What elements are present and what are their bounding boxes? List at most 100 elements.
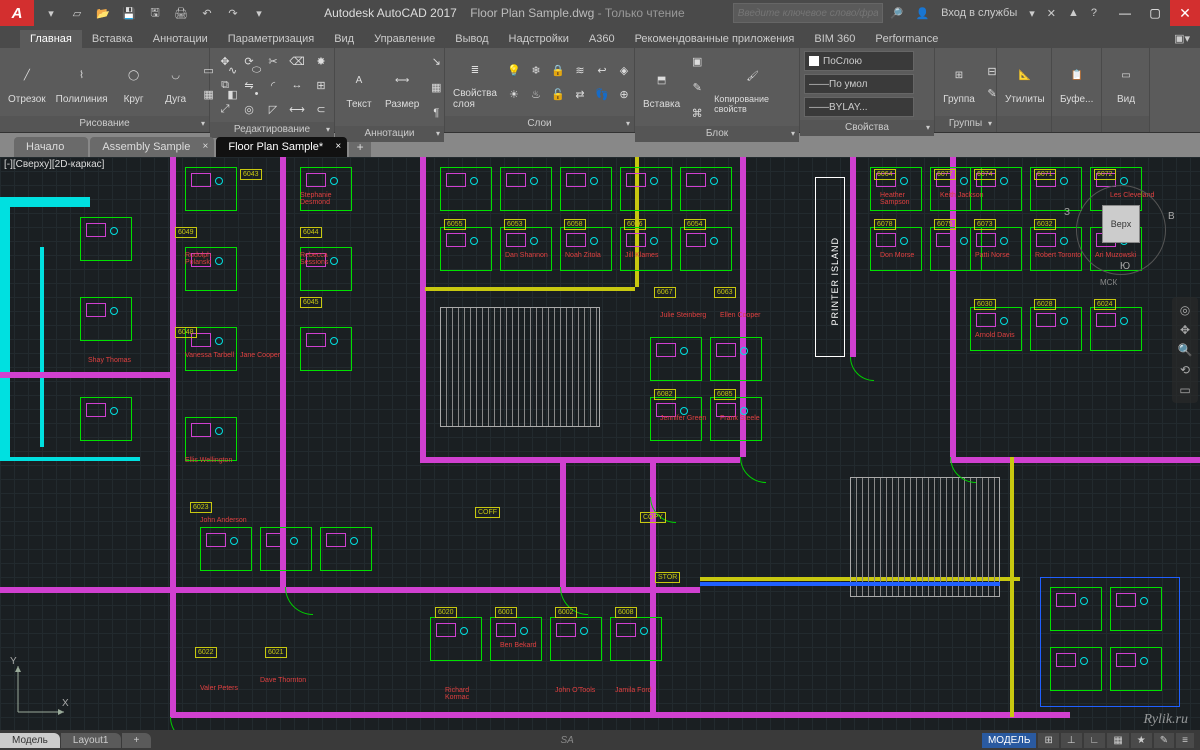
command-hint[interactable]: SA [152, 735, 982, 746]
layer-walk-icon[interactable]: 👣 [591, 83, 613, 105]
exchange-icon[interactable]: ✕ [1044, 7, 1059, 20]
open-icon[interactable]: 📂 [94, 4, 112, 22]
status-osnap-icon[interactable]: ★ [1131, 733, 1152, 748]
mirror-icon[interactable]: ⇋ [238, 74, 260, 96]
status-grid-icon[interactable]: ⊞ [1038, 733, 1058, 748]
layer-match-icon[interactable]: ≋ [569, 59, 591, 81]
status-lwt-icon[interactable]: ✎ [1154, 733, 1174, 748]
doc-tab-start[interactable]: Начало [14, 137, 88, 157]
layer-thaw-icon[interactable]: ♨ [525, 83, 547, 105]
lengthen-icon[interactable]: ⟷ [286, 98, 308, 120]
saveas-icon[interactable]: 🖫 [146, 4, 164, 22]
ribbon-tab-addins[interactable]: Надстройки [499, 30, 579, 48]
layer-freeze-icon[interactable]: ❄ [525, 59, 547, 81]
offset-icon[interactable]: ◎ [238, 98, 260, 120]
polyline-button[interactable]: ⌇Полилиния [52, 58, 112, 107]
fillet-icon[interactable]: ◜ [262, 74, 284, 96]
text-button[interactable]: AТекст [339, 63, 379, 112]
copy-icon[interactable]: ⧉ [214, 74, 236, 96]
minimize-button[interactable]: — [1110, 0, 1140, 26]
layout-tab[interactable]: Layout1 [61, 733, 121, 748]
insert-button[interactable]: ⬒Вставка [639, 63, 684, 112]
chamfer-icon[interactable]: ◸ [262, 98, 284, 120]
edit-block-icon[interactable]: ✎ [686, 76, 708, 98]
rotate-icon[interactable]: ⟳ [238, 50, 260, 72]
stretch-icon[interactable]: ↔ [286, 74, 308, 96]
layer-prev-icon[interactable]: ↩ [591, 59, 613, 81]
status-custom-icon[interactable]: ≡ [1176, 733, 1194, 748]
util-button[interactable]: 📐Утилиты [1001, 58, 1049, 107]
erase-icon[interactable]: ⌫ [286, 50, 308, 72]
group-button[interactable]: ⊞Группа [939, 58, 979, 107]
signin-button[interactable]: Вход в службы [938, 7, 1020, 19]
ribbon-tab-home[interactable]: Главная [20, 30, 82, 48]
signin-icon[interactable]: 👤 [912, 7, 932, 20]
new-icon[interactable]: ▱ [68, 4, 86, 22]
ribbon-tab-insert[interactable]: Вставка [82, 30, 143, 48]
ribbon-tab-a360[interactable]: A360 [579, 30, 625, 48]
help-icon[interactable]: ? [1088, 7, 1100, 19]
compass-south[interactable]: Ю [1120, 261, 1130, 272]
line-button[interactable]: ╱Отрезок [4, 58, 50, 107]
panel-groups-title[interactable]: Группы▾ [935, 116, 996, 132]
orbit-icon[interactable]: ⟲ [1180, 363, 1190, 377]
doc-tab-floorplan[interactable]: Floor Plan Sample*× [216, 137, 347, 157]
redo-icon[interactable]: ↷ [224, 4, 242, 22]
layer-props-button[interactable]: ≣Свойства слоя [449, 52, 501, 112]
panel-properties-title[interactable]: Свойства▾ [800, 120, 934, 136]
ribbon-tab-featured[interactable]: Рекомендованные приложения [625, 30, 805, 48]
signin-drop-icon[interactable]: ▾ [1026, 7, 1038, 20]
create-block-icon[interactable]: ▣ [686, 50, 708, 72]
undo-icon[interactable]: ↶ [198, 4, 216, 22]
save-icon[interactable]: 💾 [120, 4, 138, 22]
layer-off-icon[interactable]: 💡 [503, 59, 525, 81]
layer-lock-icon[interactable]: 🔒 [547, 59, 569, 81]
close-button[interactable]: ✕ [1170, 0, 1200, 26]
layer-iso-icon[interactable]: ◈ [613, 59, 635, 81]
array-icon[interactable]: ⊞ [310, 74, 332, 96]
ribbon-tab-view[interactable]: Вид [324, 30, 364, 48]
layer-on-icon[interactable]: ☀ [503, 83, 525, 105]
move-icon[interactable]: ✥ [214, 50, 236, 72]
steering-wheel-icon[interactable]: ◎ [1180, 303, 1190, 317]
status-model[interactable]: МОДЕЛЬ [982, 733, 1036, 748]
ribbon-tab-performance[interactable]: Performance [865, 30, 948, 48]
layer-merge-icon[interactable]: ⊕ [613, 83, 635, 105]
ribbon-tab-annotate[interactable]: Аннотации [143, 30, 218, 48]
linetype-combo[interactable]: —— BYLAY... [804, 97, 914, 117]
zoom-extents-icon[interactable]: 🔍 [1178, 343, 1193, 357]
add-layout-button[interactable]: + [122, 733, 152, 748]
qat-more-icon[interactable]: ▾ [250, 4, 268, 22]
a360-icon[interactable]: ▲ [1065, 7, 1082, 19]
color-combo[interactable]: ПоСлою [804, 51, 914, 71]
lineweight-combo[interactable]: —— По умол [804, 74, 914, 94]
ribbon-tab-bim360[interactable]: BIM 360 [804, 30, 865, 48]
edit-attr-icon[interactable]: ⌘ [686, 102, 708, 124]
status-polar-icon[interactable]: ▦ [1107, 733, 1128, 748]
layer-unlock-icon[interactable]: 🔓 [547, 83, 569, 105]
panel-annot-title[interactable]: Аннотации▾ [335, 126, 444, 142]
model-tab[interactable]: Модель [0, 733, 60, 748]
panel-modify-title[interactable]: Редактирование▾ [210, 122, 334, 138]
clipboard-button[interactable]: 📋Буфе... [1056, 58, 1097, 107]
pan-icon[interactable]: ✥ [1180, 323, 1190, 337]
panel-draw-title[interactable]: Рисование▾ [0, 116, 209, 132]
explode-icon[interactable]: ✸ [310, 50, 332, 72]
panel-layers-title[interactable]: Слои▾ [445, 116, 634, 132]
drawing-canvas[interactable]: [-][Сверху][2D-каркас] 60436049604460486… [0, 157, 1200, 730]
compass-west[interactable]: З [1064, 207, 1070, 218]
app-icon[interactable]: A [0, 0, 34, 26]
layer-change-icon[interactable]: ⇄ [569, 83, 591, 105]
doc-tab-assembly[interactable]: Assembly Sample× [90, 137, 214, 157]
search-button-icon[interactable]: 🔎 [887, 7, 907, 20]
join-icon[interactable]: ⊂ [310, 98, 332, 120]
wcs-label[interactable]: МСК [1100, 278, 1117, 287]
plot-icon[interactable]: 🖨 [172, 4, 190, 22]
ribbon-tab-manage[interactable]: Управление [364, 30, 445, 48]
showmotion-icon[interactable]: ▭ [1179, 383, 1190, 397]
viewcube[interactable]: Верх З Ю В МСК [1062, 175, 1182, 285]
close-icon[interactable]: × [203, 141, 209, 152]
close-icon[interactable]: × [335, 141, 341, 152]
maximize-button[interactable]: ▢ [1140, 0, 1170, 26]
panel-block-title[interactable]: Блок▾ [635, 126, 799, 142]
